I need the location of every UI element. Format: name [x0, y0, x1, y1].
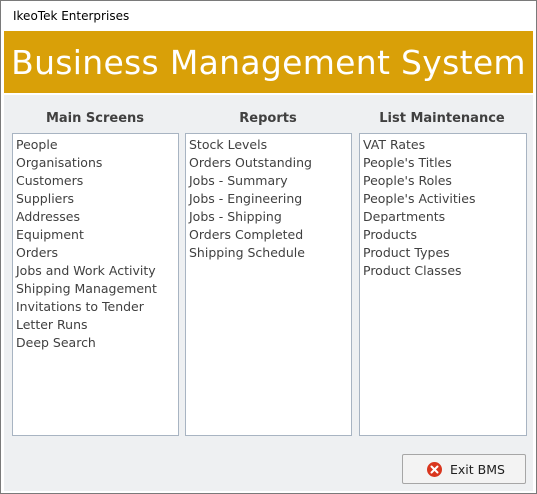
list-item[interactable]: People's Titles [363, 154, 526, 172]
list-item[interactable]: Shipping Management [16, 280, 178, 298]
app-window: IkeoTek Enterprises Business Management … [0, 0, 537, 494]
list-item[interactable]: Addresses [16, 208, 178, 226]
list-maintenance-header: List Maintenance [379, 111, 505, 126]
list-item[interactable]: Orders Outstanding [189, 154, 351, 172]
list-item[interactable]: Equipment [16, 226, 178, 244]
list-maintenance-list[interactable]: VAT Rates People's Titles People's Roles Pe… [359, 133, 527, 436]
list-item[interactable]: Orders Completed [189, 226, 351, 244]
list-item[interactable]: Stock Levels [189, 136, 351, 154]
list-item[interactable]: Organisations [16, 154, 178, 172]
list-item[interactable]: Deep Search [16, 334, 178, 352]
list-item[interactable]: Orders [16, 244, 178, 262]
list-item[interactable]: Shipping Schedule [189, 244, 351, 262]
list-item[interactable]: Invitations to Tender [16, 298, 178, 316]
title-bar[interactable]: IkeoTek Enterprises [1, 1, 536, 31]
list-item[interactable]: Departments [363, 208, 526, 226]
reports-list[interactable]: Stock Levels Orders Outstanding Jobs - Sum… [185, 133, 352, 436]
list-item[interactable]: People's Roles [363, 172, 526, 190]
list-item[interactable]: Product Types [363, 244, 526, 262]
banner-title: Business Management System [11, 43, 526, 82]
list-item[interactable]: People's Activities [363, 190, 526, 208]
window-title: IkeoTek Enterprises [13, 9, 130, 23]
main-screens-list[interactable]: People Organisations Customers Suppliers Add… [12, 133, 179, 436]
list-item[interactable]: VAT Rates [363, 136, 526, 154]
list-item[interactable]: Products [363, 226, 526, 244]
main-screens-header: Main Screens [45, 111, 145, 126]
close-circle-icon [427, 462, 442, 477]
list-item[interactable]: Jobs - Shipping [189, 208, 351, 226]
list-item[interactable]: Jobs - Summary [189, 172, 351, 190]
list-item[interactable]: Letter Runs [16, 316, 178, 334]
list-item[interactable]: Customers [16, 172, 178, 190]
list-item[interactable]: Product Classes [363, 262, 526, 280]
exit-bms-button[interactable]: Exit BMS [402, 454, 526, 484]
list-item[interactable]: People [16, 136, 178, 154]
list-item[interactable]: Jobs and Work Activity [16, 262, 178, 280]
banner: Business Management System [4, 31, 533, 95]
main-form: Business Management System Main Screens … [4, 31, 533, 491]
exit-bms-label: Exit BMS [450, 462, 505, 477]
reports-header: Reports [239, 111, 297, 126]
list-item[interactable]: Suppliers [16, 190, 178, 208]
list-item[interactable]: Jobs - Engineering [189, 190, 351, 208]
